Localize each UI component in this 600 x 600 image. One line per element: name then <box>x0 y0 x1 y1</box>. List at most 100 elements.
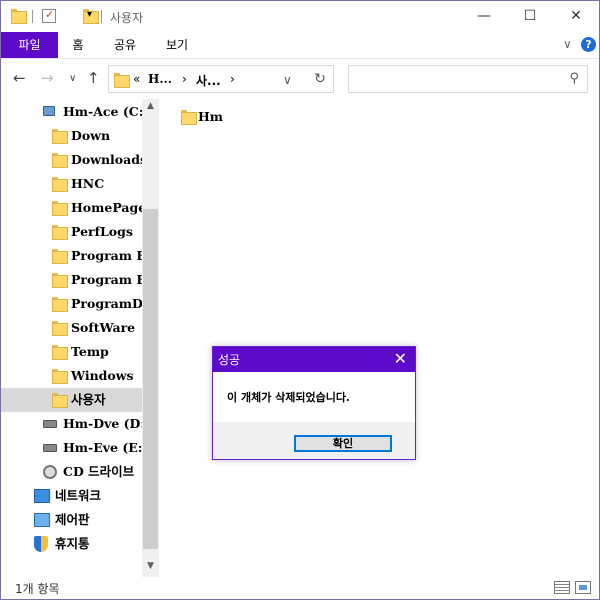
tree-item-label: Program F <box>71 248 142 263</box>
tree-item[interactable]: Program F <box>1 268 142 292</box>
address-bar[interactable]: « H... › 사... › ∨ <box>108 65 334 93</box>
status-bar: 1개 항목 <box>1 577 599 599</box>
tree-item[interactable]: Temp <box>1 340 142 364</box>
back-button[interactable]: ← <box>13 69 26 87</box>
breadcrumb-item[interactable]: H... <box>148 72 172 86</box>
properties-icon[interactable]: ✓ <box>42 8 56 23</box>
tab-view[interactable]: 보기 <box>156 32 198 58</box>
tree-item-label: Hm-Ace (C: <box>63 104 142 119</box>
close-button[interactable]: ✕ <box>553 1 599 32</box>
chevron-right-icon[interactable]: › <box>230 72 235 86</box>
folder-icon <box>114 73 130 88</box>
recent-locations-button[interactable]: ∨ <box>69 73 76 84</box>
tree-item[interactable]: Hm-Eve (E: <box>1 436 142 460</box>
expand-ribbon-icon[interactable]: ∨ <box>563 37 572 51</box>
folder-icon <box>52 369 68 384</box>
tab-share[interactable]: 공유 <box>104 32 146 58</box>
tree-item-label: Downloads <box>71 152 142 167</box>
network-icon <box>34 489 50 503</box>
tree-item[interactable]: Hm-Dve (D: <box>1 412 142 436</box>
navigation-pane: Hm-Ace (C: Down Downloads HNC HomePage PerfLo… <box>1 99 159 577</box>
large-icons-view-icon[interactable] <box>575 581 591 594</box>
refresh-button[interactable]: ↻ <box>307 65 334 93</box>
folder-icon <box>52 249 68 264</box>
windows-drive-icon <box>43 106 55 116</box>
ribbon-tabs: 파일 홈 공유 보기 ∨ ? <box>1 32 599 59</box>
tree-item[interactable]: SoftWare <box>1 316 142 340</box>
divider <box>32 10 33 23</box>
ok-button[interactable]: 확인 <box>294 435 392 452</box>
folder-icon <box>52 201 68 216</box>
breadcrumb-item[interactable]: 사... <box>196 72 221 89</box>
tree-item[interactable]: PerfLogs <box>1 220 142 244</box>
explorer-window: ✓ ▾ 사용자 — ☐ ✕ 파일 홈 공유 보기 ∨ ? ← → ∨ ↑ « H… <box>0 0 600 600</box>
tree-item[interactable]: CD 드라이브 <box>1 460 142 484</box>
tree-item[interactable]: HomePage <box>1 196 142 220</box>
recycle-bin-icon <box>34 536 48 552</box>
tree-item[interactable]: 사용자 <box>1 388 142 412</box>
cd-drive-icon <box>43 465 57 479</box>
tree-item-label: 휴지통 <box>55 536 90 551</box>
forward-button[interactable]: → <box>41 69 54 87</box>
tab-home[interactable]: 홈 <box>61 32 95 58</box>
tree-item[interactable]: HNC <box>1 172 142 196</box>
folder-icon <box>52 129 68 144</box>
tree-item-label: Temp <box>71 344 109 359</box>
tree-item-label: 사용자 <box>71 392 106 407</box>
tree-item-label: Windows <box>71 368 134 383</box>
tree-item-label: Down <box>71 128 111 143</box>
tree-item[interactable]: Program F <box>1 244 142 268</box>
scroll-thumb[interactable] <box>143 209 158 549</box>
folder-icon <box>181 110 197 125</box>
tree-item[interactable]: Hm-Ace (C: <box>1 100 142 124</box>
drive-icon <box>43 444 57 452</box>
customize-toolbar-icon[interactable]: ▾ <box>87 9 92 20</box>
folder-icon <box>52 225 68 240</box>
address-dropdown-icon[interactable]: ∨ <box>283 73 292 87</box>
help-icon[interactable]: ? <box>581 37 596 52</box>
search-input[interactable]: ⚲ <box>348 65 588 93</box>
tree-item-label: Program F <box>71 272 142 287</box>
tree-item[interactable]: 네트워크 <box>1 484 142 508</box>
dialog-message: 이 개체가 삭제되었습니다. <box>227 391 350 404</box>
tree-item[interactable]: 제어판 <box>1 508 142 532</box>
tree-item-label: 제어판 <box>55 512 90 527</box>
tree-item[interactable]: Windows <box>1 364 142 388</box>
folder-icon <box>52 297 68 312</box>
tree-item[interactable]: ProgramDa <box>1 292 142 316</box>
folder-icon <box>52 273 68 288</box>
drive-icon <box>43 420 57 428</box>
details-view-icon[interactable] <box>554 581 570 594</box>
dialog-title: 성공 <box>218 353 241 367</box>
dialog-title-bar: 성공 ✕ <box>213 347 415 372</box>
up-button[interactable]: ↑ <box>87 69 100 87</box>
tab-file[interactable]: 파일 <box>1 32 58 58</box>
dialog-body: 이 개체가 삭제되었습니다. <box>213 372 415 422</box>
window-title: 사용자 <box>110 11 144 25</box>
folder-icon <box>11 9 27 24</box>
folder-icon <box>52 177 68 192</box>
scroll-down-icon[interactable]: ▼ <box>142 561 159 571</box>
maximize-button[interactable]: ☐ <box>507 1 553 32</box>
navigation-bar: ← → ∨ ↑ « H... › 사... › ∨ ↻ ⚲ <box>1 59 599 99</box>
scroll-up-icon[interactable]: ▲ <box>142 101 159 111</box>
tree-item-label: CD 드라이브 <box>63 464 135 479</box>
navigation-scrollbar[interactable]: ▲ ▼ <box>142 99 159 577</box>
folder-icon <box>52 393 68 408</box>
chevron-right-icon[interactable]: › <box>182 72 187 86</box>
tree-item-label: PerfLogs <box>71 224 133 239</box>
tree-item-label: Hm-Dve (D: <box>63 416 142 431</box>
tree-item-label: HNC <box>71 176 105 191</box>
breadcrumb-overflow[interactable]: « <box>133 72 140 86</box>
item-count: 1개 항목 <box>15 582 60 596</box>
dialog-close-button[interactable]: ✕ <box>394 349 407 368</box>
title-bar: ✓ ▾ 사용자 — ☐ ✕ <box>1 1 599 32</box>
minimize-button[interactable]: — <box>461 1 507 32</box>
search-icon: ⚲ <box>569 71 579 86</box>
file-name: Hm <box>198 109 224 124</box>
tree-item[interactable]: Downloads <box>1 148 142 172</box>
tree-item-label: 네트워크 <box>55 488 102 503</box>
control-panel-icon <box>34 513 50 527</box>
tree-item[interactable]: Down <box>1 124 142 148</box>
tree-item[interactable]: 휴지통 <box>1 532 142 556</box>
